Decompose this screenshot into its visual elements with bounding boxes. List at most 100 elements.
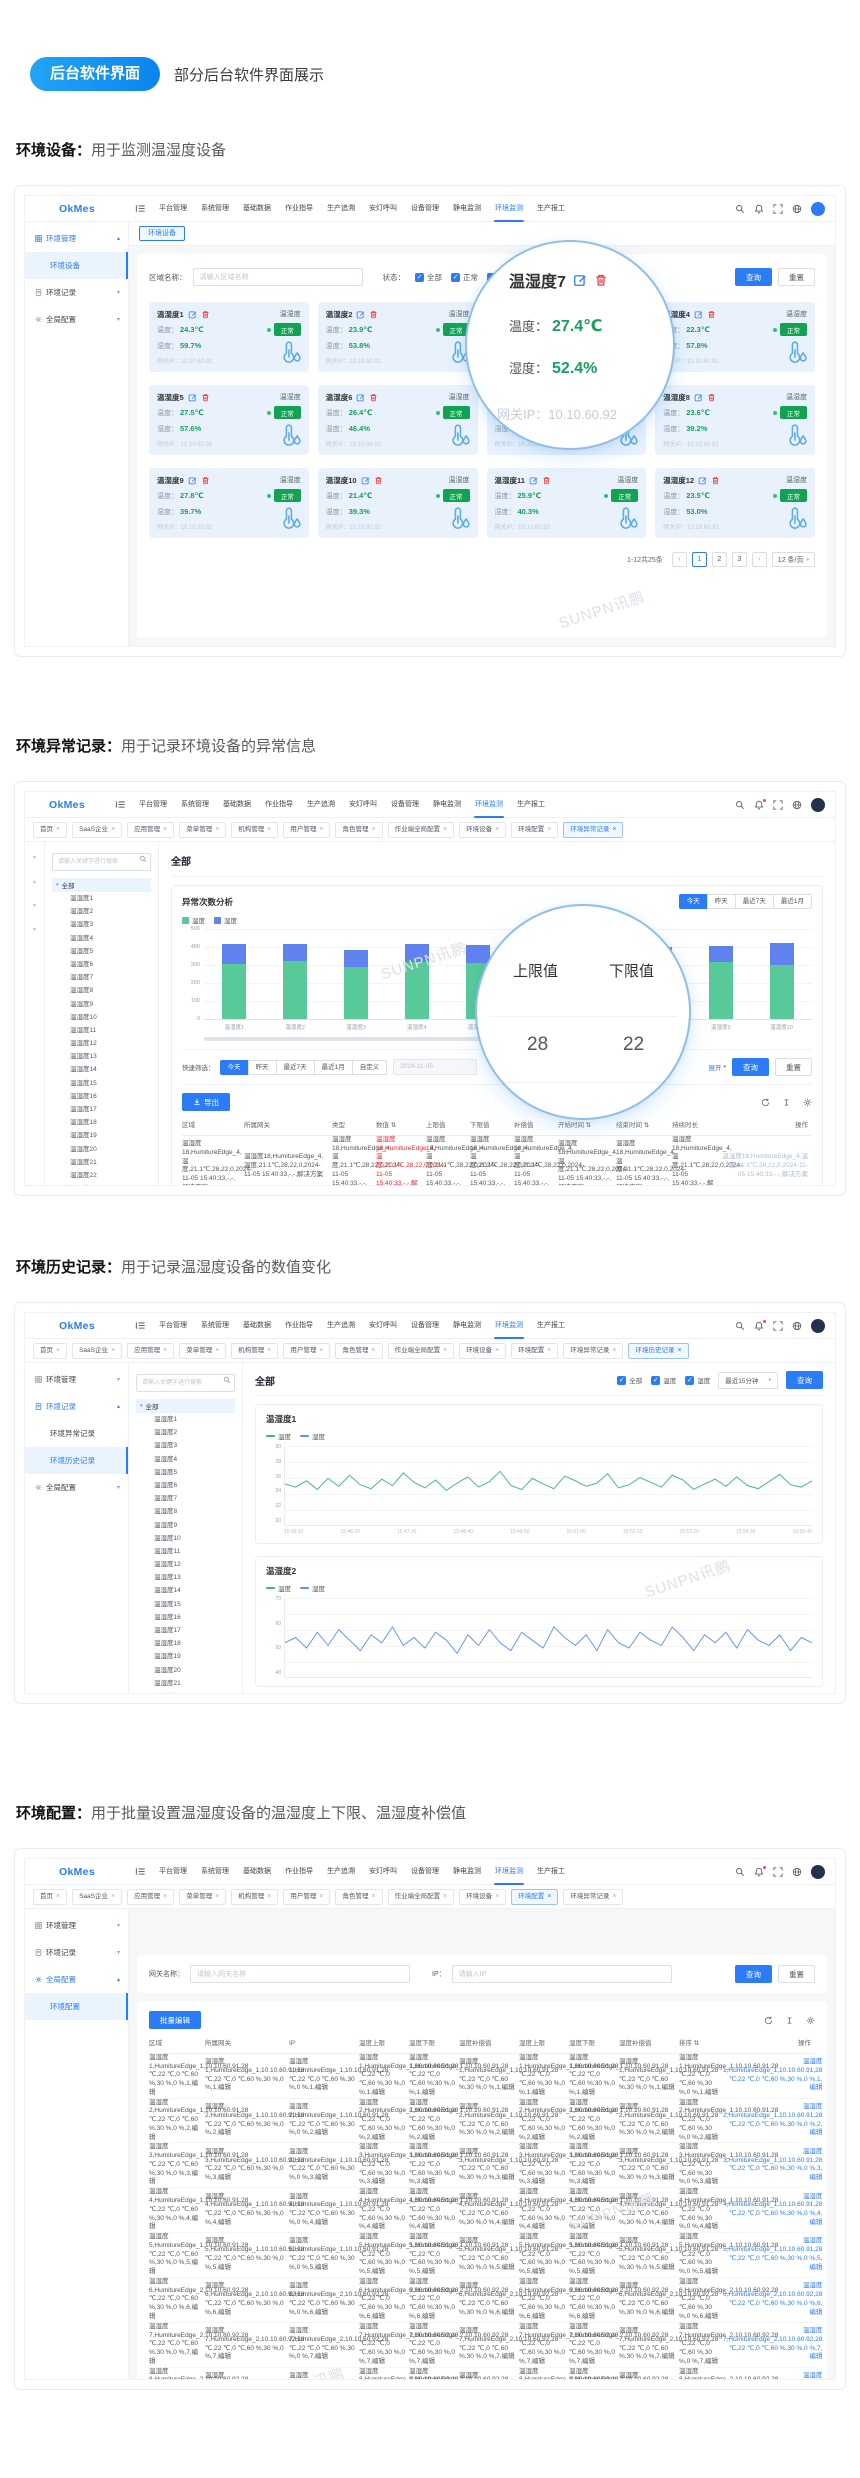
edit-icon[interactable] xyxy=(356,310,365,319)
export-button[interactable]: 导出 xyxy=(182,1093,230,1111)
search-button[interactable]: 查询 xyxy=(735,1965,772,1983)
tab-chip[interactable]: SaaS企业× xyxy=(72,1343,122,1359)
table-header-cell[interactable]: 湿度下限 xyxy=(569,2040,619,2049)
date-input[interactable]: 2024-11-05 xyxy=(393,1059,477,1075)
avatar[interactable] xyxy=(811,1865,825,1879)
nav-item[interactable]: 平台管理 xyxy=(132,792,174,818)
table-header-cell[interactable]: IP xyxy=(289,2040,359,2049)
search-icon[interactable] xyxy=(735,1867,745,1877)
tab-chip[interactable]: SaaS企业× xyxy=(72,822,122,838)
nav-item[interactable]: 静电监测 xyxy=(446,196,488,222)
close-icon[interactable]: × xyxy=(371,1890,375,1904)
range-button[interactable]: 昨天 xyxy=(707,894,736,909)
reset-button[interactable]: 重置 xyxy=(778,1965,815,1983)
tree-node[interactable]: 温湿度13 xyxy=(136,1571,235,1584)
nav-item[interactable]: 静电监测 xyxy=(446,1313,488,1339)
delete-icon[interactable] xyxy=(369,393,378,402)
refresh-icon[interactable] xyxy=(761,1098,770,1107)
tab-chip[interactable]: 作业端全局配置× xyxy=(388,1343,455,1359)
language-icon[interactable] xyxy=(792,204,802,214)
nav-item[interactable]: 环境监测 xyxy=(488,1313,530,1339)
tree-node-root[interactable]: ▾全部 xyxy=(136,1399,235,1413)
tab-chip[interactable]: 菜单管理× xyxy=(179,1343,226,1359)
delete-icon[interactable] xyxy=(594,273,608,287)
fullscreen-icon[interactable] xyxy=(773,204,783,214)
tree-node[interactable]: 温湿度9 xyxy=(52,998,151,1011)
tab-chip[interactable]: 菜单管理× xyxy=(179,822,226,838)
nav-item[interactable]: 生产追溯 xyxy=(320,196,362,222)
close-icon[interactable]: × xyxy=(371,1344,375,1358)
nav-item[interactable]: 系统管理 xyxy=(174,792,216,818)
nav-item[interactable]: 生产报工 xyxy=(530,1313,572,1339)
tree-node[interactable]: 温湿度19 xyxy=(52,1129,151,1142)
column-settings-icon[interactable] xyxy=(785,2016,794,2025)
gear-icon[interactable] xyxy=(803,1098,812,1107)
search-icon[interactable] xyxy=(735,1321,745,1331)
reset-button[interactable]: 重置 xyxy=(778,268,815,286)
tab-chip[interactable]: 环境历史记录× xyxy=(628,1343,688,1359)
sidebar-item-global-config[interactable]: 全局配置 ▾ xyxy=(25,306,128,333)
nav-item[interactable]: 作业指导 xyxy=(278,1313,320,1339)
tab-chip[interactable]: 机构管理× xyxy=(231,1889,278,1905)
nav-item[interactable]: 安灯呼叫 xyxy=(342,792,384,818)
tree-node[interactable]: 温湿度11 xyxy=(52,1024,151,1037)
close-icon[interactable]: × xyxy=(215,1344,219,1358)
time-range-select[interactable]: 最近15分钟▾ xyxy=(718,1372,778,1389)
tab-chip[interactable]: 环境配置× xyxy=(511,1343,558,1359)
table-header-cell[interactable]: 上限值 xyxy=(426,1122,470,1131)
close-icon[interactable]: × xyxy=(111,823,115,837)
tree-node[interactable]: 温湿度21 xyxy=(52,1156,151,1169)
close-icon[interactable]: × xyxy=(319,1890,323,1904)
close-icon[interactable]: × xyxy=(267,823,271,837)
tab-chip[interactable]: 首页× xyxy=(33,822,67,838)
edit-icon[interactable] xyxy=(573,273,587,287)
tree-node[interactable]: 温湿度20 xyxy=(136,1664,235,1677)
range-button[interactable]: 最近7天 xyxy=(735,894,774,909)
tab-chip[interactable]: 角色管理× xyxy=(335,822,382,838)
status-checkbox[interactable]: ✓正常 xyxy=(451,272,478,283)
avatar[interactable] xyxy=(811,798,825,812)
nav-item[interactable]: 环境监测 xyxy=(488,196,530,222)
tree-node[interactable]: 温湿度2 xyxy=(136,1426,235,1439)
bell-icon[interactable] xyxy=(754,1867,764,1877)
search-icon[interactable] xyxy=(735,800,745,810)
prev-page-button[interactable]: ‹ xyxy=(672,552,687,567)
tab-chip[interactable]: 环境配置× xyxy=(511,1889,558,1905)
tab-chip[interactable]: 环境异常记录× xyxy=(563,1889,623,1905)
close-icon[interactable]: × xyxy=(267,1890,271,1904)
search-button[interactable]: 查询 xyxy=(786,1371,823,1389)
series-checkbox[interactable]: ✓温度 xyxy=(651,1375,676,1385)
chevron-up-icon[interactable]: ▴ xyxy=(33,878,36,885)
fullscreen-icon[interactable] xyxy=(773,800,783,810)
tab-chip[interactable]: 作业端全局配置× xyxy=(388,822,455,838)
tree-node[interactable]: 温湿度6 xyxy=(52,958,151,971)
tab-chip[interactable]: 环境异常记录× xyxy=(563,1343,623,1359)
table-header-cell[interactable]: 所属网关 xyxy=(244,1122,332,1131)
edit-icon[interactable] xyxy=(188,310,197,319)
nav-item[interactable]: 安灯呼叫 xyxy=(362,1859,404,1885)
table-header-cell[interactable]: 湿度上限 xyxy=(519,2040,569,2049)
tab-chip[interactable]: 作业端全局配置× xyxy=(388,1889,455,1905)
table-header-cell[interactable]: 温度补偿值 xyxy=(459,2040,519,2049)
page-size-select[interactable]: 12 条/页▾ xyxy=(772,552,815,567)
nav-item[interactable]: 静电监测 xyxy=(446,1859,488,1885)
nav-item[interactable]: 安灯呼叫 xyxy=(362,196,404,222)
table-header-cell[interactable]: 结束时间 ⇅ xyxy=(616,1122,672,1131)
tab-chip[interactable]: 用户管理× xyxy=(283,1889,330,1905)
table-header-cell[interactable]: 类型 xyxy=(332,1122,376,1131)
close-icon[interactable]: × xyxy=(56,1344,60,1358)
next-page-button[interactable]: › xyxy=(752,552,767,567)
language-icon[interactable] xyxy=(792,800,802,810)
close-icon[interactable]: × xyxy=(215,1890,219,1904)
edit-icon[interactable] xyxy=(361,476,370,485)
delete-icon[interactable] xyxy=(707,393,716,402)
search-icon[interactable] xyxy=(735,204,745,214)
edit-icon[interactable] xyxy=(188,476,197,485)
nav-item[interactable]: 作业指导 xyxy=(278,196,320,222)
tree-node[interactable]: 温湿度19 xyxy=(136,1650,235,1663)
language-icon[interactable] xyxy=(792,1321,802,1331)
tree-node[interactable]: 温湿度23 xyxy=(52,1182,151,1185)
sidebar-item-env-management[interactable]: 环境管理 ▴ xyxy=(25,225,128,252)
range-button[interactable]: 今天 xyxy=(679,894,708,909)
sidebar-item-env-records[interactable]: 环境记录 ▾ xyxy=(25,1939,128,1966)
